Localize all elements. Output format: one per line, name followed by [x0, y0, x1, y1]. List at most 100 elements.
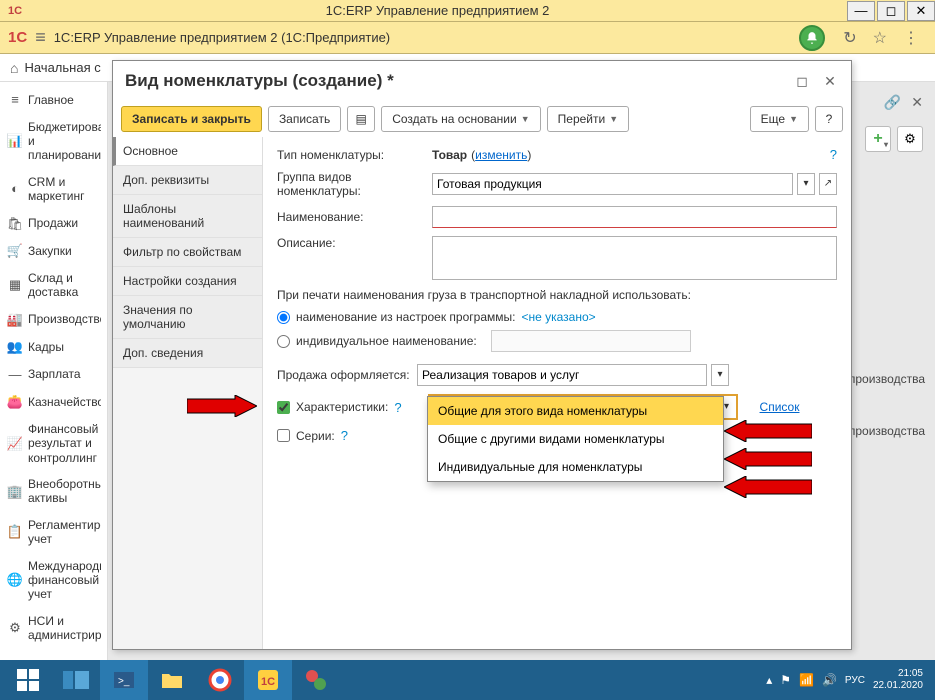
dialog-restore-icon[interactable]: ◻ [793, 72, 811, 90]
sidebar-item-admin[interactable]: ⚙НСИ и администрирование [0, 608, 107, 649]
characteristics-dropdown-list: Общие для этого вида номенклатуры Общие … [427, 396, 724, 482]
clipboard-icon: 📋 [6, 524, 24, 540]
chevron-down-icon: ▼ [609, 114, 618, 124]
start-button[interactable] [4, 660, 52, 700]
favorite-icon[interactable]: ☆ [873, 28, 887, 48]
dialog-form: Тип номенклатуры: Товар (изменить) ? Гру… [263, 137, 851, 649]
sidebar-item-salary[interactable]: —Зарплата [0, 361, 107, 389]
tray-flag-icon[interactable]: ⚑ [780, 673, 791, 687]
overflow-icon[interactable]: ⋮ [903, 28, 919, 48]
individual-name-field [491, 330, 691, 352]
sidebar-item-warehouse[interactable]: ▦Склад и доставка [0, 265, 107, 306]
menu-icon[interactable]: ≡ [35, 27, 46, 48]
taskbar-explorer[interactable] [148, 660, 196, 700]
help-icon[interactable]: ? [341, 428, 348, 443]
tray-lang[interactable]: РУС [845, 675, 865, 686]
sidebar-item-sales[interactable]: 🛍Продажи [0, 210, 107, 238]
grid-icon: ▦ [6, 277, 24, 293]
annotation-arrow-2 [724, 420, 812, 442]
app-title: 1C:ERP Управление предприятием 2 (1С:Пре… [54, 30, 390, 45]
pie-icon: ◐ [6, 181, 24, 197]
nav-extra-info[interactable]: Доп. сведения [113, 339, 262, 368]
app-logo-icon: 1C [8, 29, 27, 46]
settings-button[interactable]: ⚙ [897, 126, 923, 152]
tray-sound-icon[interactable]: 🔊 [822, 673, 837, 687]
tab-controls: 🔗 ✕ [884, 94, 923, 111]
taskbar-powershell[interactable]: >_ [100, 660, 148, 700]
window-title: 1С:ERP Управление предприятием 2 [30, 3, 845, 18]
series-checkbox[interactable] [277, 429, 290, 442]
create-based-button[interactable]: Создать на основании▼ [381, 106, 540, 132]
nav-main[interactable]: Основное [113, 137, 262, 166]
nav-defaults[interactable]: Значения по умолчанию [113, 296, 262, 339]
sale-dropdown-button[interactable]: ▾ [711, 364, 729, 386]
sidebar-item-purchase[interactable]: 🛒Закупки [0, 237, 107, 265]
tab-close-icon[interactable]: ✕ [911, 94, 923, 111]
link-icon[interactable]: 🔗 [884, 94, 901, 111]
name-input[interactable] [432, 206, 837, 228]
sidebar-item-regulated[interactable]: 📋Регламентированный учет [0, 512, 107, 553]
type-value: Товар [432, 148, 467, 162]
sale-input[interactable] [417, 364, 707, 386]
taskview-button[interactable] [52, 660, 100, 700]
svg-text:1C: 1C [261, 676, 275, 688]
taskbar-app[interactable] [292, 660, 340, 700]
sidebar-item-crm[interactable]: ◐CRM и маркетинг [0, 169, 107, 210]
sidebar-item-budget[interactable]: 📊Бюджетирование и планирование [0, 114, 107, 169]
minimize-button[interactable]: — [847, 1, 875, 21]
close-button[interactable]: ✕ [907, 1, 935, 21]
notification-bell-button[interactable] [799, 25, 825, 51]
characteristics-list-link[interactable]: Список [760, 400, 800, 414]
help-icon[interactable]: ? [830, 147, 837, 162]
taskbar-1c[interactable]: 1C [244, 660, 292, 700]
sidebar-item-production[interactable]: 🏭Производство [0, 306, 107, 334]
dropdown-option-individual[interactable]: Индивидуальные для номенклатуры [428, 453, 723, 481]
dropdown-option-common-other[interactable]: Общие с другими видами номенклатуры [428, 425, 723, 453]
globe-icon: 🌐 [6, 572, 24, 588]
help-icon[interactable]: ? [394, 400, 401, 415]
nav-extra-props[interactable]: Доп. реквизиты [113, 166, 262, 195]
nav-filter[interactable]: Фильтр по свойствам [113, 238, 262, 267]
sidebar-item-main[interactable]: ≡Главное [0, 86, 107, 114]
name-label: Наименование: [277, 210, 432, 224]
print-text: При печати наименования груза в транспор… [277, 288, 837, 302]
sidebar-item-intl[interactable]: 🌐Международный финансовый учет [0, 553, 107, 608]
sidebar-item-hr[interactable]: 👥Кадры [0, 333, 107, 361]
sidebar-item-assets[interactable]: 🏢Внеоборотные активы [0, 471, 107, 512]
document-icon-button[interactable]: ▤ [347, 106, 375, 132]
tray-network-icon[interactable]: 📶 [799, 673, 814, 687]
nav-create-settings[interactable]: Настройки создания [113, 267, 262, 296]
maximize-button[interactable]: ◻ [877, 1, 905, 21]
group-input[interactable] [432, 173, 793, 195]
radio-program-hint[interactable]: <не указано> [521, 310, 595, 324]
characteristics-checkbox[interactable] [277, 401, 290, 414]
taskbar-chrome[interactable] [196, 660, 244, 700]
desc-label: Описание: [277, 236, 432, 250]
tray-up-icon[interactable]: ▴ [766, 673, 772, 687]
save-close-button[interactable]: Записать и закрыть [121, 106, 262, 132]
people-icon: 👥 [6, 339, 24, 355]
type-change-link[interactable]: изменить [475, 148, 527, 162]
tray-clock[interactable]: 21:05 22.01.2020 [873, 668, 923, 692]
radio-program-name[interactable] [277, 311, 290, 324]
goto-button[interactable]: Перейти▼ [547, 106, 629, 132]
dropdown-option-common-type[interactable]: Общие для этого вида номенклатуры [428, 397, 723, 425]
save-button[interactable]: Записать [268, 106, 341, 132]
bg-row-2: производства [849, 424, 925, 438]
dialog-title: Вид номенклатуры (создание) * [125, 71, 783, 91]
more-button[interactable]: Еще▼ [750, 106, 809, 132]
dialog-close-icon[interactable]: ✕ [821, 72, 839, 90]
history-icon[interactable]: ↻ [843, 28, 856, 48]
add-button[interactable]: + [865, 126, 891, 152]
nav-name-templates[interactable]: Шаблоны наименований [113, 195, 262, 238]
group-open-button[interactable]: ↗ [819, 173, 837, 195]
radio-individual-name[interactable] [277, 335, 290, 348]
building-icon: 🏢 [6, 484, 24, 500]
help-button[interactable]: ? [815, 106, 843, 132]
sidebar-item-treasury[interactable]: 👛Казначейство [0, 388, 107, 416]
bag-icon: 🛍 [6, 216, 24, 232]
group-dropdown-button[interactable]: ▾ [797, 173, 815, 195]
desc-textarea[interactable] [432, 236, 837, 280]
home-icon[interactable]: ⌂ [10, 60, 18, 76]
sidebar-item-finance[interactable]: 📈Финансовый результат и контроллинг [0, 416, 107, 471]
